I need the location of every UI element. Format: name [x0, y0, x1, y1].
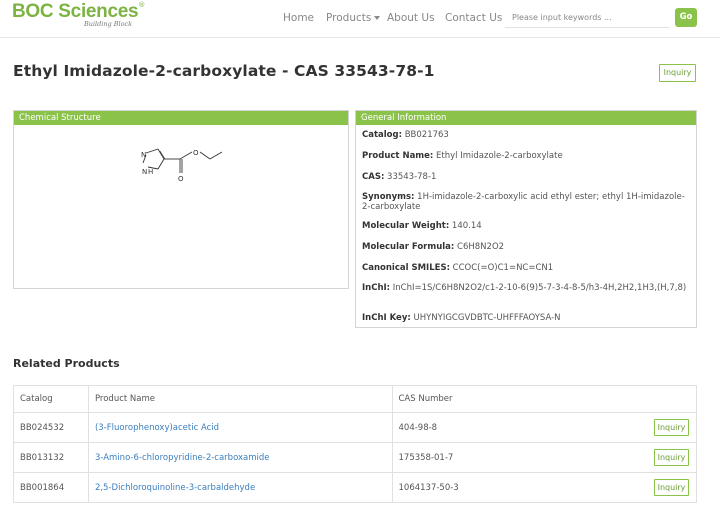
info-value: Ethyl Imidazole-2-carboxylate	[436, 151, 563, 161]
product-name-cell: 2,5-Dichloroquinoline-3-carbaldehyde	[87, 472, 393, 503]
info-label: CAS:	[362, 172, 385, 182]
structure-atom-h: H	[148, 168, 153, 176]
table-header-row: Catalog Product Name CAS Number	[13, 385, 697, 413]
info-inchi-key: InChI Key: UHYNYIGCGVDBTC-UHFFFAOYSA-N	[362, 313, 692, 324]
info-label: InChI Key:	[362, 313, 411, 323]
page-title: Ethyl Imidazole-2-carboxylate - CAS 3354…	[13, 62, 435, 80]
info-value: UHYNYIGCGVDBTC-UHFFFAOYSA-N	[413, 313, 561, 323]
product-link[interactable]: 2,5-Dichloroquinoline-3-carbaldehyde	[95, 483, 255, 493]
product-link[interactable]: 3-Amino-6-chloropyridine-2-carboxamide	[95, 453, 270, 463]
info-canonical-smiles: Canonical SMILES: CCOC(=O)C1=NC=CN1	[362, 263, 692, 274]
cas-value: 404-98-8	[398, 422, 438, 433]
info-label: Product Name:	[362, 151, 434, 161]
row-inquiry-button[interactable]: Inquiry	[654, 449, 689, 466]
logo[interactable]: BOC Sciences® Building Block	[12, 1, 145, 33]
nav-about-us[interactable]: About Us	[387, 12, 435, 24]
row-inquiry-button[interactable]: Inquiry	[654, 419, 689, 436]
structure-atom-n: N	[141, 151, 146, 159]
table-row: BB001864 2,5-Dichloroquinoline-3-carbald…	[13, 472, 697, 503]
table-row: BB024532 (3-Fluorophenoxy)acetic Acid 40…	[13, 412, 697, 443]
logo-text: BOC Sciences	[12, 1, 139, 22]
info-cas: CAS: 33543-78-1	[362, 172, 692, 183]
nav-contact-us[interactable]: Contact Us	[445, 12, 502, 24]
chevron-down-icon	[374, 16, 381, 20]
info-value: 140.14	[451, 221, 482, 231]
cas-value: 1064137-50-3	[398, 482, 459, 493]
nav-products-label: Products	[326, 12, 372, 24]
table-row: BB013132 3-Amino-6-chloropyridine-2-carb…	[13, 442, 697, 473]
info-label: Catalog:	[362, 130, 403, 140]
related-products-table: Catalog Product Name CAS Number BB024532…	[13, 385, 697, 503]
general-information-panel: General Information Catalog: BB021763 Pr…	[355, 110, 697, 328]
related-products-heading: Related Products	[13, 357, 120, 370]
product-link[interactable]: (3-Fluorophenoxy)acetic Acid	[95, 423, 219, 433]
product-name-cell: 3-Amino-6-chloropyridine-2-carboxamide	[87, 442, 393, 473]
info-label: InChI:	[362, 283, 391, 293]
structure-atom-o-carbonyl: O	[178, 175, 184, 183]
row-inquiry-button[interactable]: Inquiry	[654, 479, 689, 496]
info-catalog: Catalog: BB021763	[362, 130, 692, 141]
general-information-heading: General Information	[356, 111, 696, 125]
nav-products[interactable]: Products	[326, 12, 381, 24]
info-label: Molecular Formula:	[362, 242, 455, 252]
catalog-cell: BB013132	[13, 442, 89, 473]
nav-home[interactable]: Home	[283, 12, 314, 24]
registered-mark-icon: ®	[138, 1, 146, 9]
search-input[interactable]	[505, 8, 670, 28]
info-value: C6H8N2O2	[457, 242, 505, 252]
cas-cell: 175358-01-7 Inquiry	[391, 442, 697, 473]
cas-cell: 404-98-8 Inquiry	[391, 412, 697, 443]
info-value: BB021763	[404, 130, 449, 140]
catalog-cell: BB024532	[13, 412, 89, 443]
search-go-button[interactable]: Go	[675, 8, 697, 27]
site-header: BOC Sciences® Building Block Home Produc…	[0, 0, 720, 38]
column-header-product-name: Product Name	[87, 385, 393, 413]
structure-atom-o-ester: O	[193, 149, 199, 157]
info-value: InChI=1S/C6H8N2O2/c1-2-10-6(9)5-7-3-4-8-…	[392, 283, 687, 293]
structure-atom-nh: N	[142, 168, 147, 176]
info-value: 33543-78-1	[387, 172, 437, 182]
inquiry-button[interactable]: Inquiry	[659, 64, 696, 82]
product-name-cell: (3-Fluorophenoxy)acetic Acid	[87, 412, 393, 443]
chemical-structure-heading: Chemical Structure	[14, 111, 348, 125]
column-header-catalog: Catalog	[13, 385, 89, 413]
logo-tagline: Building Block	[84, 20, 133, 28]
info-label: Synonyms:	[362, 192, 415, 202]
catalog-cell: BB001864	[13, 472, 89, 503]
cas-value: 175358-01-7	[398, 452, 454, 463]
info-molecular-formula: Molecular Formula: C6H8N2O2	[362, 242, 692, 253]
info-label: Canonical SMILES:	[362, 263, 450, 273]
info-label: Molecular Weight:	[362, 221, 450, 231]
info-synonyms: Synonyms: 1H-imidazole-2-carboxylic acid…	[362, 192, 692, 212]
info-inchi: InChI: InChI=1S/C6H8N2O2/c1-2-10-6(9)5-7…	[362, 283, 692, 294]
info-product-name: Product Name: Ethyl Imidazole-2-carboxyl…	[362, 151, 692, 162]
chemical-structure-panel: Chemical Structure N H N O O	[13, 110, 349, 289]
info-molecular-weight: Molecular Weight: 140.14	[362, 221, 692, 232]
column-header-cas-number: CAS Number	[391, 385, 697, 413]
chemical-structure-image: N H N O O	[141, 148, 223, 183]
cas-cell: 1064137-50-3 Inquiry	[391, 472, 697, 503]
info-value: CCOC(=O)C1=NC=CN1	[452, 263, 554, 273]
